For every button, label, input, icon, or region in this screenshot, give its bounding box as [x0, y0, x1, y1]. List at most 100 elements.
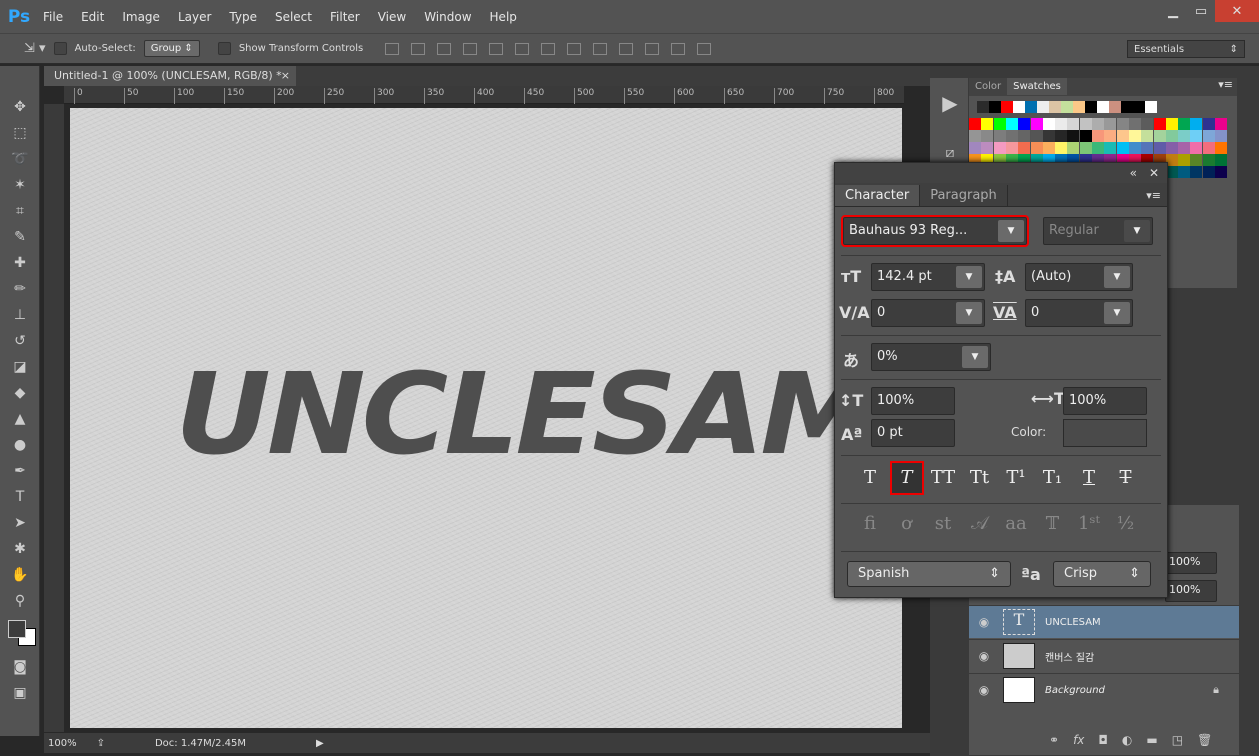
swatch[interactable] [1128, 130, 1141, 142]
auto-align-icon[interactable] [697, 42, 712, 55]
swatch[interactable] [1116, 130, 1129, 142]
swatch[interactable] [1104, 118, 1117, 130]
swatch[interactable] [1215, 118, 1227, 130]
auto-select-checkbox[interactable] [53, 42, 67, 55]
opentype-feature-button[interactable]: 1ˢᵗ [1074, 513, 1104, 534]
swatch[interactable] [1165, 118, 1178, 130]
swatch[interactable] [1067, 118, 1080, 130]
layer-row-background[interactable]: ◉ Background 🔒︎ [969, 673, 1239, 706]
vertical-scale-field[interactable]: 100% [871, 387, 955, 415]
recent-swatch[interactable] [1133, 101, 1145, 113]
swatch[interactable] [1116, 118, 1129, 130]
swatch[interactable] [1005, 130, 1018, 142]
align-right-icon[interactable] [515, 42, 530, 55]
recent-swatch[interactable] [1085, 101, 1097, 113]
strikethrough-button[interactable]: T [1111, 463, 1141, 493]
swatch[interactable] [1005, 142, 1018, 154]
visibility-eye-icon[interactable]: ◉ [969, 683, 999, 697]
swatch[interactable] [1190, 118, 1203, 130]
swatch[interactable] [1190, 154, 1203, 166]
close-icon[interactable]: ✕ [1215, 0, 1259, 22]
eyedropper-tool-icon[interactable]: ✎ [0, 224, 40, 250]
recent-swatch[interactable] [1097, 101, 1109, 113]
move-tool-preset-icon[interactable]: ⇲ ▾ [24, 41, 46, 56]
menu-select[interactable]: Select [266, 10, 321, 24]
opentype-feature-button[interactable]: 𝒜 [965, 513, 995, 534]
text-color-swatch[interactable] [1063, 419, 1147, 447]
swatch[interactable] [1116, 142, 1129, 154]
menu-help[interactable]: Help [481, 10, 526, 24]
swatch[interactable] [1215, 130, 1227, 142]
recent-swatch[interactable] [1061, 101, 1073, 113]
new-layer-icon[interactable]: ◳ [1172, 733, 1183, 747]
align-top-icon[interactable] [385, 42, 400, 55]
swatch[interactable] [1153, 130, 1166, 142]
distribute-hcenter-icon[interactable] [645, 42, 660, 55]
distribute-vcenter-icon[interactable] [567, 42, 582, 55]
swatch[interactable] [1190, 142, 1203, 154]
move-tool-icon[interactable]: ✥ [0, 94, 40, 120]
subscript-button[interactable]: T₁ [1038, 463, 1068, 493]
swatch[interactable] [1165, 142, 1178, 154]
faux-bold-button[interactable]: T [855, 463, 885, 493]
swatch[interactable] [1178, 166, 1191, 178]
canvas-text-layer[interactable]: UNCLESAM [175, 348, 878, 479]
swatch[interactable] [1141, 142, 1154, 154]
swatch[interactable] [1202, 118, 1215, 130]
swatch[interactable] [993, 118, 1006, 130]
blur-tool-icon[interactable]: ▲ [0, 406, 40, 432]
close-tab-icon[interactable]: × [281, 69, 290, 82]
swatch[interactable] [1030, 142, 1043, 154]
swatch[interactable] [1030, 118, 1043, 130]
type-tool-icon[interactable]: T [0, 484, 40, 510]
recent-swatch[interactable] [1145, 101, 1157, 113]
tracking-field[interactable]: 0 ▼ [1025, 299, 1133, 327]
leading-field[interactable]: (Auto) ▼ [1025, 263, 1133, 291]
menu-filter[interactable]: Filter [321, 10, 369, 24]
zoom-tool-icon[interactable]: ⚲ [0, 588, 40, 614]
minimize-icon[interactable]: ▁ [1159, 0, 1187, 22]
swatch[interactable] [1079, 142, 1092, 154]
opacity-field[interactable]: 100% [1165, 552, 1217, 574]
visibility-eye-icon[interactable]: ◉ [969, 615, 999, 629]
swatch[interactable] [1055, 118, 1068, 130]
swatch[interactable] [1178, 142, 1191, 154]
recent-swatch[interactable] [1049, 101, 1061, 113]
swatch[interactable] [969, 130, 981, 142]
swatch[interactable] [1055, 130, 1068, 142]
font-size-field[interactable]: 142.4 pt ▼ [871, 263, 985, 291]
recent-swatch[interactable] [1037, 101, 1049, 113]
recent-swatch[interactable] [1013, 101, 1025, 113]
menu-layer[interactable]: Layer [169, 10, 220, 24]
swatch[interactable] [1030, 130, 1043, 142]
screen-mode-icon[interactable]: ▣ [0, 680, 40, 706]
swatch[interactable] [981, 118, 994, 130]
recent-swatch[interactable] [1109, 101, 1121, 113]
swatch[interactable] [1092, 130, 1104, 142]
swatch[interactable] [1202, 130, 1215, 142]
menu-window[interactable]: Window [415, 10, 480, 24]
mask-icon[interactable]: ◘ [1098, 733, 1108, 747]
swatch[interactable] [1018, 118, 1031, 130]
opentype-feature-button[interactable]: 𝕋 [1038, 513, 1068, 534]
magic-wand-tool-icon[interactable]: ✶ [0, 172, 40, 198]
swatch[interactable] [969, 142, 981, 154]
align-hcenter-icon[interactable] [489, 42, 504, 55]
font-family-dropdown[interactable]: Bauhaus 93 Reg... ▼ [841, 215, 1029, 247]
collapse-panel-icon[interactable]: « [1130, 166, 1137, 180]
menu-type[interactable]: Type [220, 10, 266, 24]
swatch[interactable] [1055, 142, 1068, 154]
eraser-tool-icon[interactable]: ◪ [0, 354, 40, 380]
dodge-tool-icon[interactable]: ● [0, 432, 40, 458]
stamp-tool-icon[interactable]: ⊥ [0, 302, 40, 328]
kerning-field[interactable]: 0 ▼ [871, 299, 985, 327]
swatch[interactable] [1092, 118, 1104, 130]
maximize-icon[interactable]: ▭ [1187, 0, 1215, 22]
swatch[interactable] [993, 142, 1006, 154]
swatch[interactable] [1202, 142, 1215, 154]
recent-swatch[interactable] [977, 101, 989, 113]
swatch[interactable] [1042, 118, 1055, 130]
opentype-feature-button[interactable]: ½ [1111, 513, 1141, 534]
swatch[interactable] [1092, 142, 1104, 154]
status-menu-arrow-icon[interactable]: ▶ [316, 738, 324, 749]
